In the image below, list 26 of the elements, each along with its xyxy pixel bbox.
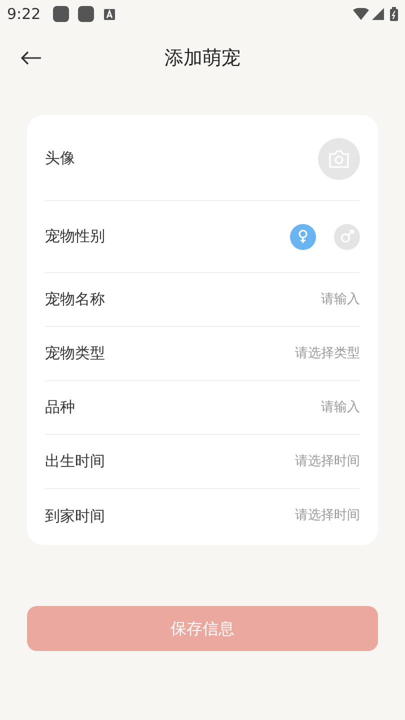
wifi-icon [353, 8, 369, 20]
notification-icon [78, 6, 94, 22]
back-icon[interactable] [20, 51, 42, 65]
camera-icon [328, 150, 350, 168]
field-label: 头像 [45, 148, 75, 170]
page-title: 添加萌宠 [164, 46, 240, 71]
field-label: 宠物类型 [45, 343, 105, 364]
male-symbol-icon [339, 228, 355, 245]
input-field[interactable]: 请选择时间 [220, 506, 360, 526]
field-label: 出生时间 [45, 451, 105, 472]
input-field[interactable]: 请选择时间 [220, 452, 360, 472]
male-option[interactable] [334, 224, 360, 250]
field-label: 品种 [45, 397, 75, 418]
status-time: 9:22 [7, 4, 41, 25]
notification-icon [104, 8, 115, 20]
field-label: 宠物名称 [45, 289, 105, 310]
avatar-upload-button[interactable] [318, 138, 360, 180]
battery-icon [390, 7, 398, 21]
input-field[interactable]: 请选择类型 [220, 344, 360, 364]
signal-icon [372, 8, 384, 20]
field-label: 到家时间 [45, 506, 105, 527]
input-field[interactable]: 请输入 [220, 398, 360, 418]
field-label: 宠物性别 [45, 226, 105, 248]
input-field[interactable]: 请输入 [220, 290, 360, 310]
notification-icon [52, 6, 69, 22]
female-option[interactable] [290, 224, 316, 250]
